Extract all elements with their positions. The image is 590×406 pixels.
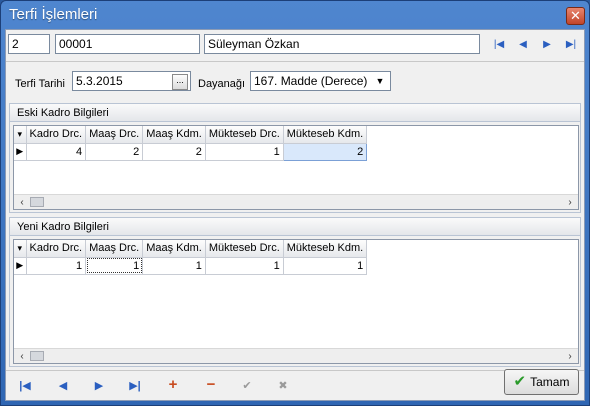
table-row[interactable]: ▶ 1 1 1 1 1 bbox=[14, 257, 368, 275]
checkmark-icon: ✔ bbox=[513, 373, 527, 390]
horizontal-scrollbar[interactable]: ‹ › bbox=[14, 348, 578, 363]
bottom-prev-button[interactable]: ◀ bbox=[54, 377, 72, 395]
scroll-thumb[interactable] bbox=[30, 197, 44, 207]
prev-record-icon: ◀ bbox=[519, 39, 527, 50]
table-row[interactable]: ▶ 4 2 2 1 2 bbox=[14, 142, 368, 161]
cell-mukteseb-kdm[interactable]: 2 bbox=[282, 142, 368, 161]
name-field[interactable]: Süleyman Özkan bbox=[204, 34, 480, 54]
row-indicator-header[interactable]: ▾ bbox=[14, 126, 27, 144]
column-header[interactable]: Maaş Drc. bbox=[85, 126, 144, 144]
dayanak-value: 167. Madde (Derece) bbox=[254, 74, 368, 88]
dropdown-icon: ▾ bbox=[17, 128, 23, 139]
code-field[interactable]: 2 bbox=[8, 34, 50, 54]
ok-button-label: Tamam bbox=[530, 375, 570, 389]
bottom-first-button[interactable]: |◀ bbox=[16, 377, 34, 395]
nav-next-button[interactable]: ▶ bbox=[538, 36, 556, 54]
add-record-button[interactable]: + bbox=[164, 376, 182, 394]
window-content: 2 00001 Süleyman Özkan |◀ ◀ ▶ ▶| Terfi T… bbox=[5, 29, 585, 401]
scroll-right-icon[interactable]: › bbox=[563, 196, 577, 209]
dayanak-label: Dayanağı bbox=[198, 78, 246, 90]
eski-kadro-table: ▾ Kadro Drc. Maaş Drc. Maaş Kdm. Müktese… bbox=[14, 126, 368, 161]
terfi-tarihi-input[interactable]: 5.3.2015 ... bbox=[72, 71, 191, 91]
cancel-record-button[interactable]: ✖ bbox=[274, 377, 292, 395]
nav-first-button[interactable]: |◀ bbox=[490, 36, 508, 54]
terfi-tarihi-label: Terfi Tarihi bbox=[15, 78, 65, 90]
eski-kadro-grid: ▾ Kadro Drc. Maaş Drc. Maaş Kdm. Müktese… bbox=[13, 125, 579, 210]
plus-icon: + bbox=[168, 376, 178, 393]
row-pointer-icon: ▶ bbox=[14, 257, 27, 275]
nav-last-button[interactable]: ▶| bbox=[562, 36, 580, 54]
cell-mukteseb-drc[interactable]: 1 bbox=[205, 143, 284, 161]
number-field[interactable]: 00001 bbox=[55, 34, 200, 54]
next-record-icon: ▶ bbox=[94, 380, 104, 392]
horizontal-scrollbar[interactable]: ‹ › bbox=[14, 194, 578, 209]
date-picker-button[interactable]: ... bbox=[172, 74, 188, 90]
column-header[interactable]: Mükteseb Drc. bbox=[205, 126, 284, 144]
divider bbox=[6, 370, 584, 371]
column-header[interactable]: Maaş Drc. bbox=[85, 240, 144, 258]
column-header[interactable]: Mükteseb Drc. bbox=[205, 240, 284, 258]
scroll-left-icon[interactable]: ‹ bbox=[15, 350, 29, 363]
chevron-down-icon[interactable]: ▼ bbox=[373, 74, 387, 88]
column-header[interactable]: Kadro Drc. bbox=[26, 126, 87, 144]
cell-maas-drc[interactable]: 1 bbox=[85, 257, 144, 275]
post-record-button[interactable]: ✔ bbox=[238, 377, 256, 395]
column-header[interactable]: Mükteseb Kdm. bbox=[283, 126, 368, 144]
eski-kadro-title: Eski Kadro Bilgileri bbox=[10, 104, 580, 122]
column-header[interactable]: Maaş Kdm. bbox=[142, 240, 206, 258]
window-title: Terfi İşlemleri bbox=[9, 6, 98, 23]
scroll-left-icon[interactable]: ‹ bbox=[15, 196, 29, 209]
column-header[interactable]: Kadro Drc. bbox=[26, 240, 87, 258]
terfi-tarihi-value: 5.3.2015 bbox=[76, 74, 123, 88]
first-record-icon: |◀ bbox=[493, 39, 505, 50]
scroll-right-icon[interactable]: › bbox=[563, 350, 577, 363]
next-record-icon: ▶ bbox=[543, 39, 551, 50]
minus-icon: − bbox=[206, 376, 216, 393]
cell-kadro-drc[interactable]: 1 bbox=[26, 257, 87, 275]
nav-prev-button[interactable]: ◀ bbox=[514, 36, 532, 54]
checkmark-icon: ✔ bbox=[242, 380, 252, 392]
yeni-kadro-grid: ▾ Kadro Drc. Maaş Drc. Maaş Kdm. Müktese… bbox=[13, 239, 579, 364]
cell-maas-kdm[interactable]: 1 bbox=[142, 257, 206, 275]
last-record-icon: ▶| bbox=[565, 39, 577, 50]
cell-kadro-drc[interactable]: 4 bbox=[26, 143, 87, 161]
row-pointer-icon: ▶ bbox=[14, 143, 27, 161]
yeni-kadro-table: ▾ Kadro Drc. Maaş Drc. Maaş Kdm. Müktese… bbox=[14, 240, 368, 275]
close-button[interactable]: ✕ bbox=[566, 7, 585, 25]
header-row: ▾ Kadro Drc. Maaş Drc. Maaş Kdm. Müktese… bbox=[14, 240, 368, 258]
bottom-next-button[interactable]: ▶ bbox=[90, 377, 108, 395]
window: Terfi İşlemleri ✕ 2 00001 Süleyman Özkan… bbox=[0, 0, 590, 406]
divider bbox=[6, 61, 584, 62]
yeni-kadro-group: Yeni Kadro Bilgileri ▾ Kadro Drc. Maaş D… bbox=[9, 217, 581, 367]
x-icon: ✖ bbox=[278, 380, 288, 392]
ok-button[interactable]: ✔ Tamam bbox=[504, 369, 579, 395]
column-header[interactable]: Maaş Kdm. bbox=[142, 126, 206, 144]
close-icon: ✕ bbox=[570, 8, 581, 23]
prev-record-icon: ◀ bbox=[58, 380, 68, 392]
header-row: ▾ Kadro Drc. Maaş Drc. Maaş Kdm. Müktese… bbox=[14, 126, 368, 144]
row-indicator-header[interactable]: ▾ bbox=[14, 240, 27, 258]
delete-record-button[interactable]: − bbox=[202, 376, 220, 394]
eski-kadro-group: Eski Kadro Bilgileri ▾ Kadro Drc. Maaş D… bbox=[9, 103, 581, 213]
dropdown-icon: ▾ bbox=[17, 242, 23, 253]
column-header[interactable]: Mükteseb Kdm. bbox=[283, 240, 368, 258]
dayanak-select[interactable]: 167. Madde (Derece) ▼ bbox=[250, 71, 391, 91]
scroll-thumb[interactable] bbox=[30, 351, 44, 361]
cell-mukteseb-kdm[interactable]: 1 bbox=[283, 257, 368, 275]
yeni-kadro-title: Yeni Kadro Bilgileri bbox=[10, 218, 580, 236]
cell-mukteseb-drc[interactable]: 1 bbox=[205, 257, 284, 275]
first-record-icon: |◀ bbox=[19, 380, 31, 392]
cell-maas-drc[interactable]: 2 bbox=[85, 143, 144, 161]
bottom-last-button[interactable]: ▶| bbox=[126, 377, 144, 395]
cell-maas-kdm[interactable]: 2 bbox=[142, 143, 206, 161]
last-record-icon: ▶| bbox=[129, 380, 141, 392]
